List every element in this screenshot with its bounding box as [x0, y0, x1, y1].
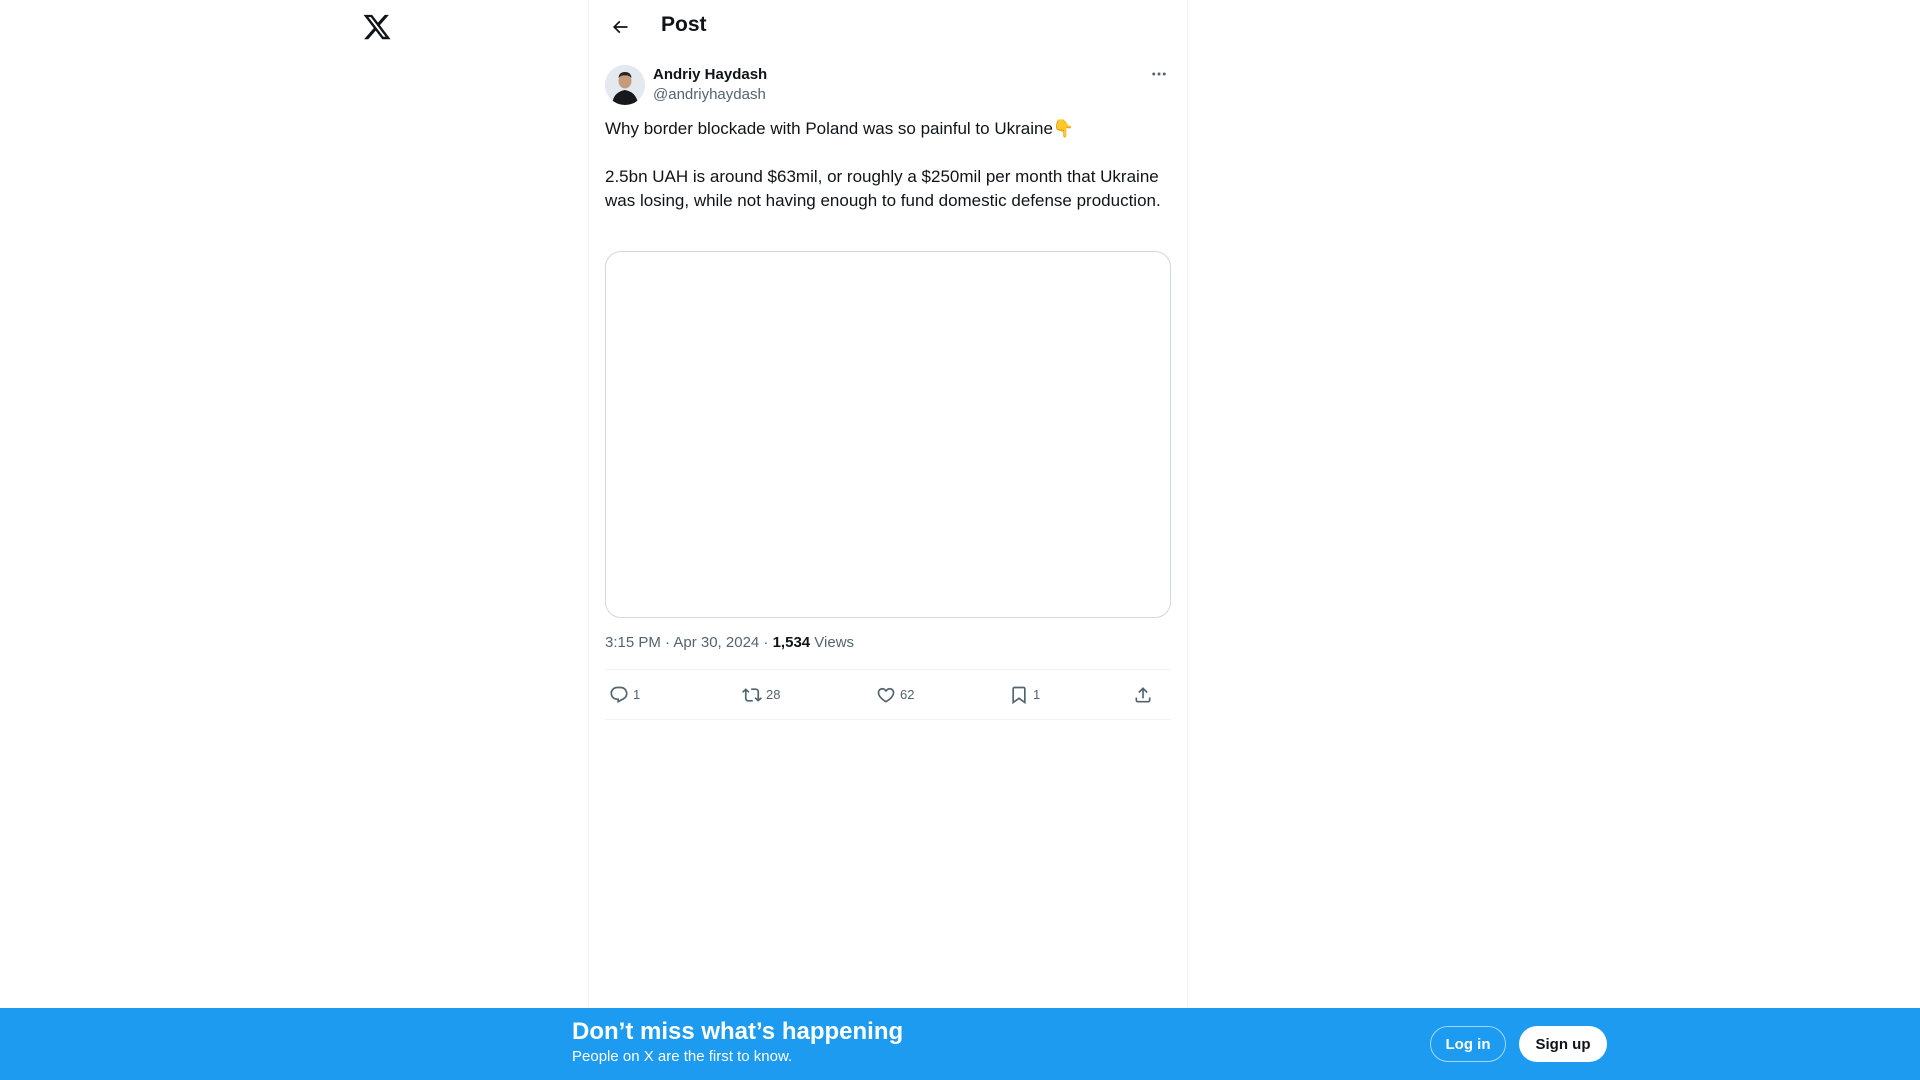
header-bar: Post [589, 0, 1187, 53]
reply-icon [610, 686, 628, 703]
bookmark-button[interactable]: 1 [1009, 670, 1040, 719]
login-button[interactable]: Log in [1430, 1026, 1506, 1062]
author-name[interactable]: Andriy Haydash [653, 66, 767, 83]
banner-title: Don’t miss what’s happening [572, 1018, 904, 1045]
tweet-time[interactable]: 3:15 PM · Apr 30, 2024 · [605, 634, 773, 651]
x-logo-icon[interactable] [362, 12, 392, 42]
signup-banner: Don’t miss what’s happening People on X … [0, 1008, 1920, 1080]
like-count: 62 [900, 687, 915, 702]
tweet-paragraph: 2.5bn UAH is around $63mil, or roughly a… [605, 167, 1161, 210]
repost-icon [742, 687, 762, 702]
reply-count: 1 [633, 687, 641, 702]
more-button[interactable] [1142, 64, 1176, 84]
author-handle[interactable]: @andriyhaydash [653, 86, 766, 103]
action-bar: 1 28 62 1 [605, 669, 1171, 720]
tweet-media[interactable] [605, 251, 1171, 618]
share-icon [1135, 686, 1151, 702]
bookmark-count: 1 [1033, 687, 1041, 702]
tweet-paragraph: Why border blockade with Poland was so p… [605, 119, 1075, 138]
bookmark-icon [1012, 686, 1026, 704]
page-title: Post [661, 13, 707, 36]
avatar[interactable] [605, 65, 645, 105]
signup-button[interactable]: Sign up [1519, 1026, 1607, 1062]
views-count: 1,534 [772, 634, 811, 651]
heart-icon [877, 687, 895, 703]
back-button[interactable] [604, 11, 636, 43]
reply-button[interactable]: 1 [609, 670, 640, 719]
arrow-left-icon [612, 20, 628, 34]
views-label: Views [810, 634, 855, 651]
banner-subtitle: People on X are the first to know. [572, 1048, 793, 1065]
repost-button[interactable]: 28 [742, 670, 780, 719]
tweet-meta: 3:15 PM · Apr 30, 2024 · 1,534 Views [605, 634, 854, 651]
share-button[interactable] [1133, 670, 1153, 719]
more-horizontal-icon [1152, 72, 1166, 76]
like-button[interactable]: 62 [876, 670, 914, 719]
tweet-text: Why border blockade with Poland was so p… [605, 117, 1171, 213]
main-column: Post Andriy Haydash @andriyhaydash Why b… [588, 0, 1188, 1008]
repost-count: 28 [766, 687, 781, 702]
